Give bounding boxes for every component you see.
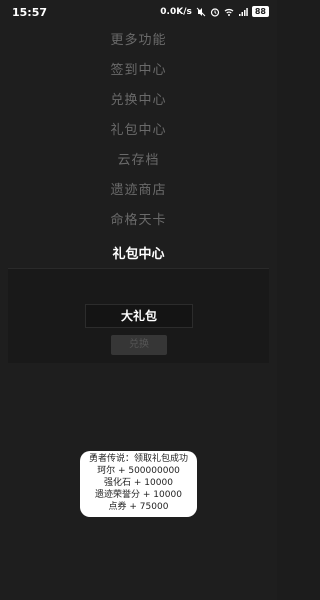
- more-features-menu: 更多功能 签到中心 兑换中心 礼包中心 云存档 遗迹商店 命格天卡 每日任务: [0, 26, 277, 246]
- wifi-icon: [224, 8, 234, 16]
- status-time: 15:57: [12, 6, 48, 19]
- signal-icon: [238, 7, 248, 16]
- toast-reward-line: 珂尔 + 500000000: [97, 466, 180, 476]
- gift-code-input[interactable]: 大礼包: [85, 304, 193, 328]
- menu-item-gift-pack[interactable]: 礼包中心: [0, 116, 277, 146]
- menu-title: 更多功能: [110, 33, 167, 48]
- dialog-title: 礼包中心: [8, 242, 269, 269]
- game-screen: 15:57 0.0K/s 88 更多功能 签到中心 兑换中心 礼包中心 云存档 …: [0, 0, 277, 600]
- menu-item-cloud-save[interactable]: 云存档: [0, 146, 277, 176]
- reward-toast: 勇者传说：领取礼包成功 珂尔 + 500000000 强化石 + 10000 遗…: [80, 451, 197, 517]
- toast-reward-line: 遗迹荣誉分 + 10000: [95, 490, 182, 500]
- toast-reward-line: 点券 + 75000: [108, 502, 169, 512]
- menu-item-fate-card[interactable]: 命格天卡: [0, 206, 277, 236]
- battery-icon: 88: [251, 6, 269, 17]
- status-icons: 0.0K/s 88: [160, 6, 269, 17]
- toast-title: 勇者传说：领取礼包成功: [88, 454, 188, 464]
- menu-item-relic-shop[interactable]: 遗迹商店: [0, 176, 277, 206]
- mute-icon: [196, 7, 206, 16]
- menu-item-sign-in[interactable]: 签到中心: [0, 56, 277, 86]
- status-bar: 15:57 0.0K/s 88: [0, 0, 277, 24]
- toast-reward-line: 强化石 + 10000: [104, 478, 173, 488]
- redeem-button[interactable]: 兑换: [111, 335, 167, 355]
- alarm-icon: [210, 7, 219, 17]
- menu-item-redeem[interactable]: 兑换中心: [0, 86, 277, 116]
- gift-pack-dialog: 礼包中心 大礼包 兑换: [8, 242, 269, 363]
- network-speed: 0.0K/s: [160, 6, 192, 17]
